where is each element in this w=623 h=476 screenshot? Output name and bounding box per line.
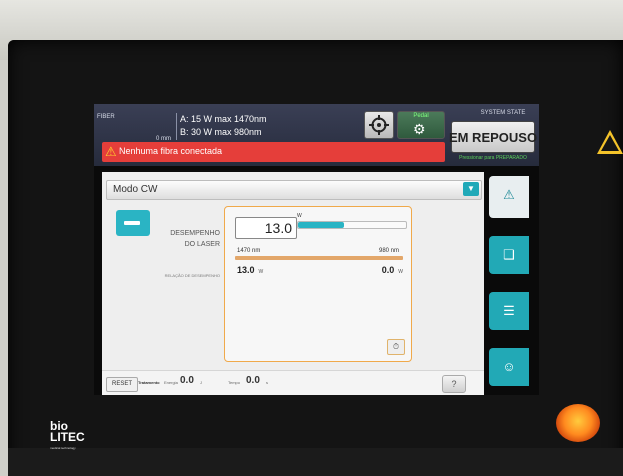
right-tab-bar: ⚠ ❑ ☰ ☺	[486, 172, 539, 395]
alert-text: Nenhuma fibra conectada	[119, 146, 223, 156]
main-panel: Modo CW ▼ DESEMPENHO DO LASER RELAÇÃO DE…	[102, 172, 484, 395]
laser-performance-label: DESEMPENHO DO LASER	[142, 228, 220, 250]
power-input[interactable]: 13.0	[235, 217, 297, 239]
performance-label-line2: DO LASER	[184, 241, 220, 248]
right-power-unit: W	[398, 269, 403, 275]
fiber-specs: A: 15 W max 1470nm B: 30 W max 980nm	[176, 113, 267, 140]
power-value: 13.0	[264, 220, 292, 236]
tab-operator[interactable]: ⚠	[489, 176, 529, 218]
timer-icon[interactable]: ⏱	[387, 339, 405, 355]
treatment-label: Tratamento	[138, 380, 160, 385]
energy-value: 0.0	[180, 375, 194, 386]
tab-settings[interactable]: ☰	[489, 292, 529, 330]
touch-screen: FIBER 0 mm A: 15 W max 1470nm B: 30 W ma…	[94, 104, 539, 395]
treatment-footer: RESET Tratamento Energia 0.0 J Tempo 0.0…	[102, 370, 484, 395]
power-slider[interactable]	[297, 221, 407, 229]
fiber-icon	[124, 221, 140, 225]
mode-dropdown[interactable]: Modo CW ▼	[106, 180, 482, 200]
fiber-b-spec: B: 30 W max 980nm	[180, 127, 262, 137]
right-wavelength-power: 0.0 W	[382, 265, 403, 275]
chevron-down-icon[interactable]: ▼	[463, 182, 479, 196]
brand-line2: LITEC	[50, 430, 85, 444]
sliders-icon: ☰	[503, 303, 515, 318]
aiming-beam-button[interactable]	[364, 111, 394, 139]
tab-user[interactable]: ☺	[489, 348, 529, 386]
power-slider-fill	[298, 222, 345, 228]
pedal-button[interactable]: Pedal ⚙	[397, 111, 445, 139]
bezel-bottom	[8, 448, 623, 476]
fiber-divider	[176, 113, 177, 140]
warning-triangle-icon	[597, 130, 623, 154]
wavelength-right-label: 980 nm	[378, 248, 399, 254]
gear-icon: ⚙	[413, 121, 426, 137]
fiber-alert-banner: ⚠ Nenhuma fibra conectada	[102, 142, 445, 162]
performance-ratio-slider[interactable]	[235, 256, 403, 260]
reset-button[interactable]: RESET	[106, 377, 138, 392]
top-status-bar: FIBER 0 mm A: 15 W max 1470nm B: 30 W ma…	[94, 104, 539, 166]
fiber-a-spec: A: 15 W max 1470nm	[180, 114, 267, 124]
right-power-value: 0.0	[381, 265, 395, 275]
emergency-stop-button[interactable]	[556, 404, 600, 442]
wavelength-left-label: 1470 nm	[237, 248, 261, 254]
system-state-button[interactable]: EM REPOUSO	[449, 121, 537, 153]
brand-logo: bio LITEC medical technology	[50, 420, 85, 454]
pedal-label: Pedal	[413, 113, 429, 119]
help-button[interactable]: ?	[442, 375, 466, 393]
operator-icon: ⚠	[503, 187, 515, 202]
power-unit: W	[297, 213, 302, 219]
user-icon: ☺	[502, 359, 516, 374]
system-state-title: SYSTEM STATE	[480, 110, 526, 116]
energy-label: Energia	[164, 380, 178, 385]
laser-settings-panel: 13.0 W 1470 nm 980 nm 13.0 W 0.0 W ⏱	[224, 206, 412, 362]
time-unit: s	[266, 380, 268, 385]
time-label: Tempo	[228, 380, 241, 385]
crosshair-icon	[369, 115, 389, 135]
book-icon: ❑	[503, 247, 515, 262]
fiber-label: FIBER	[97, 114, 115, 120]
time-value: 0.0	[246, 375, 260, 386]
brand-subtitle: medical technology	[50, 446, 76, 450]
performance-label-line1: DESEMPENHO	[170, 230, 220, 237]
mode-selected-value: Modo CW	[113, 184, 158, 195]
left-power-value: 13.0	[237, 265, 255, 275]
performance-ratio-label: RELAÇÃO DE DESEMPENHO	[164, 273, 220, 278]
left-wavelength-power: 13.0 W	[237, 265, 263, 275]
tab-protocols[interactable]: ❑	[489, 236, 529, 274]
energy-unit: J	[200, 380, 202, 385]
left-power-unit: W	[258, 269, 264, 275]
system-state-hint: Pressionar para PREPARADO	[459, 155, 527, 161]
warning-icon: ⚠	[105, 144, 117, 159]
